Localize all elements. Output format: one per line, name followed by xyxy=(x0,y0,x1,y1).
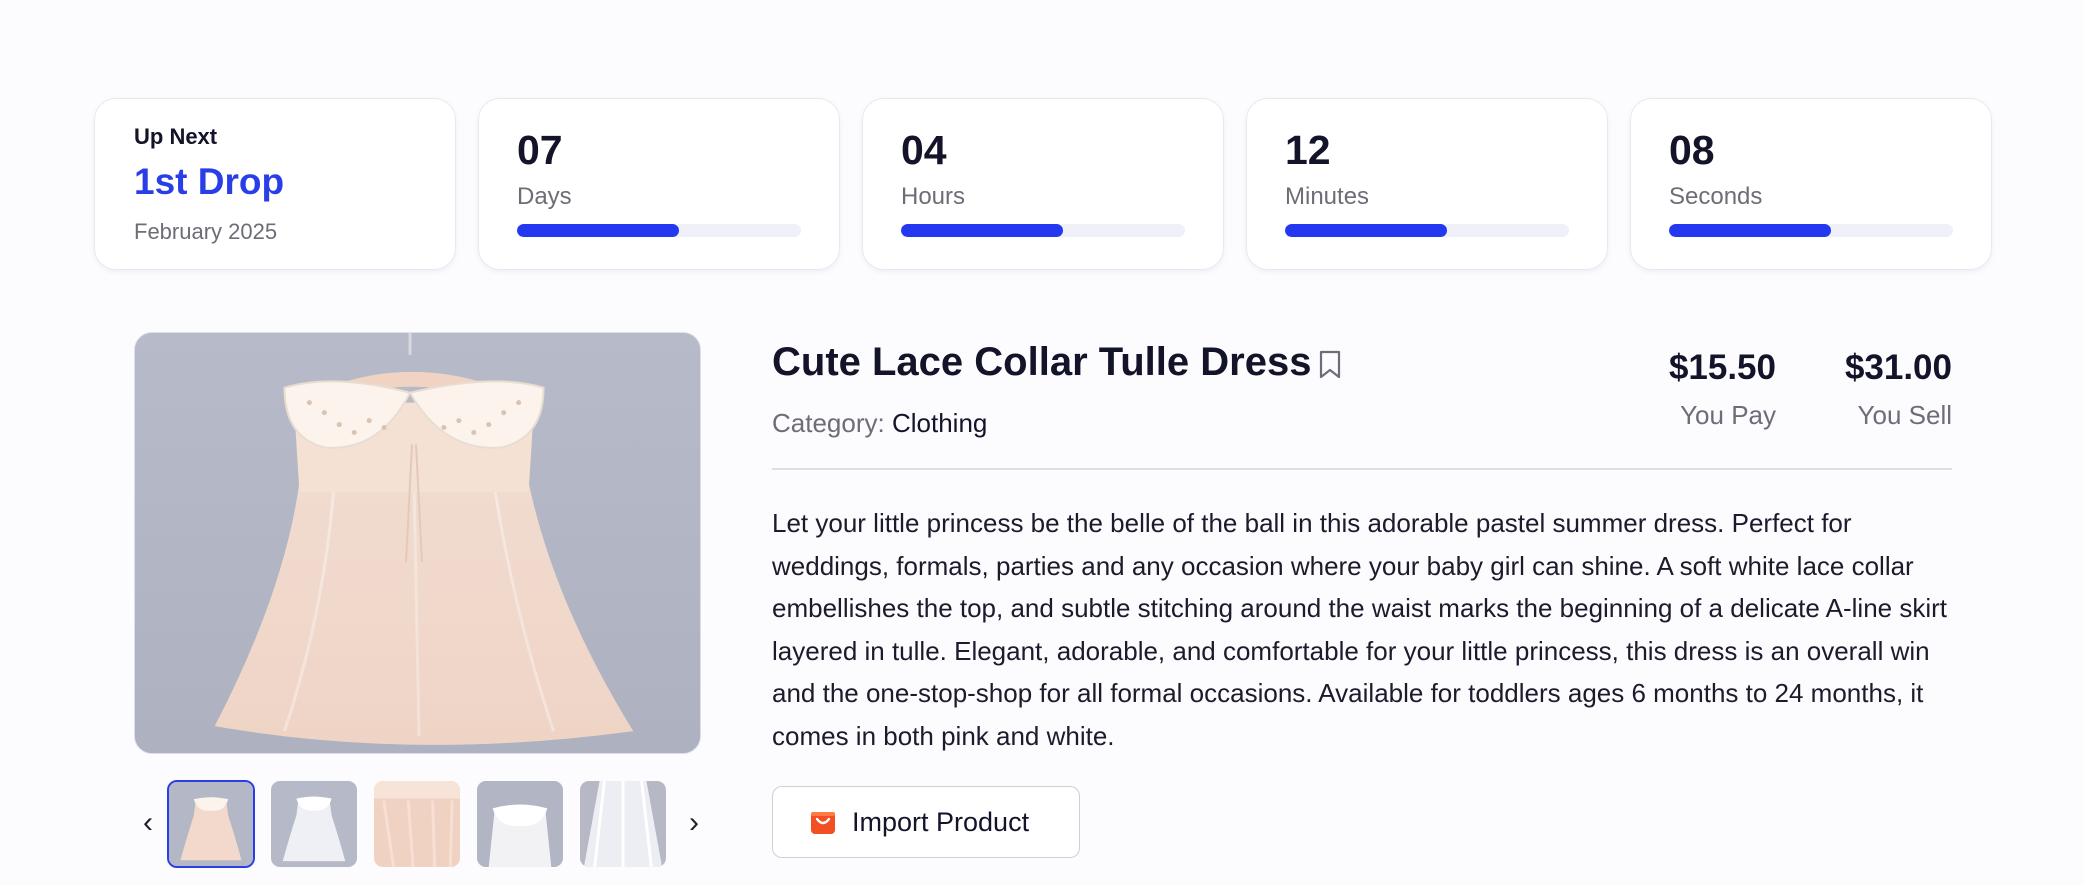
countdown-minutes-card: 12 Minutes xyxy=(1246,98,1608,270)
price-pay-caption: You Pay xyxy=(1680,400,1776,430)
thumbnail-white-dress-front[interactable] xyxy=(270,780,358,868)
product-main-image[interactable] xyxy=(134,332,701,754)
import-product-label: Import Product xyxy=(852,806,1030,837)
days-progress-track xyxy=(517,224,801,237)
countdown-days-card: 07 Days xyxy=(478,98,840,270)
divider xyxy=(772,468,1952,470)
category-label: Category: xyxy=(772,408,885,438)
up-next-card: Up Next 1st Drop February 2025 xyxy=(94,98,456,270)
product-category: Category: Clothing xyxy=(772,408,987,439)
shopping-bag-icon xyxy=(811,812,835,834)
minutes-progress-track xyxy=(1285,224,1569,237)
thumbnail-pink-dress-front[interactable] xyxy=(167,780,255,868)
seconds-progress-fill xyxy=(1669,224,1831,237)
up-next-label: Up Next xyxy=(134,124,218,149)
hours-label: Hours xyxy=(901,183,966,210)
drop-name: 1st Drop xyxy=(134,161,285,202)
hours-value: 04 xyxy=(901,127,947,173)
thumbnail-strip: ‹ › xyxy=(134,780,701,868)
price-pay-amount: $15.50 xyxy=(1668,348,1776,387)
hours-progress-fill xyxy=(901,224,1063,237)
chevron-right-icon[interactable]: › xyxy=(680,798,708,848)
countdown-row: Up Next 1st Drop February 2025 07 Days 0… xyxy=(94,98,1992,270)
chevron-left-icon[interactable]: ‹ xyxy=(134,798,162,848)
category-value[interactable]: Clothing xyxy=(892,408,987,438)
price-sell-caption: You Sell xyxy=(1857,400,1952,430)
countdown-hours-card: 04 Hours xyxy=(862,98,1224,270)
days-label: Days xyxy=(517,183,572,210)
seconds-value: 08 xyxy=(1669,127,1715,173)
minutes-label: Minutes xyxy=(1285,183,1370,210)
drop-date: February 2025 xyxy=(134,219,278,244)
import-product-button[interactable]: Import Product xyxy=(772,786,1080,858)
minutes-value: 12 xyxy=(1285,127,1331,173)
thumbnail-white-dress-collar[interactable] xyxy=(476,780,564,868)
bookmark-icon[interactable] xyxy=(1318,350,1342,380)
product-title: Cute Lace Collar Tulle Dress xyxy=(772,340,1312,384)
minutes-progress-fill xyxy=(1285,224,1447,237)
price-you-pay: $15.50 You Pay xyxy=(1669,348,1776,431)
seconds-label: Seconds xyxy=(1669,183,1763,210)
hours-progress-track xyxy=(901,224,1185,237)
thumbnail-white-tulle-skirt[interactable] xyxy=(579,780,667,868)
thumbnail-pink-tulle-closeup[interactable] xyxy=(373,780,461,868)
countdown-seconds-card: 08 Seconds xyxy=(1630,98,1992,270)
price-sell-amount: $31.00 xyxy=(1844,348,1952,387)
days-value: 07 xyxy=(517,127,563,173)
product-description: Let your little princess be the belle of… xyxy=(772,508,1948,751)
seconds-progress-track xyxy=(1669,224,1953,237)
price-you-sell: $31.00 You Sell xyxy=(1845,348,1952,431)
days-progress-fill xyxy=(517,224,679,237)
